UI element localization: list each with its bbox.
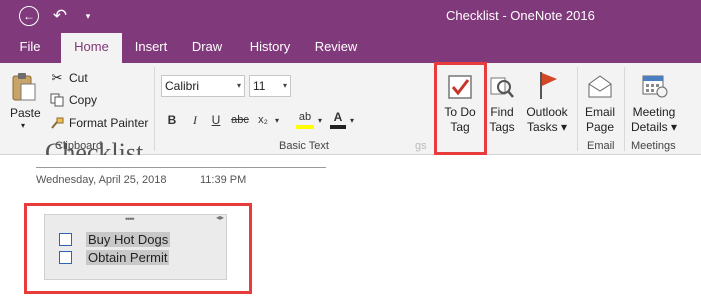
meeting-details-label-2: Details ▾ [630,120,678,134]
tags-group-label-partial: gs [415,140,427,152]
cut-label: Cut [69,71,88,85]
italic-button[interactable]: I [186,109,204,131]
window-title: Checklist - OneNote 2016 [446,8,595,23]
customize-qat-icon[interactable]: ▾ [78,6,98,26]
ribbon-tab-bar: File Home Insert Draw History Review [0,33,701,63]
subscript-button[interactable]: x₂ [254,109,272,131]
email-page-label-1: Email [584,105,615,119]
basic-text-group-label: Basic Text [279,140,329,152]
find-tags-button[interactable]: Find Tags [483,105,521,135]
back-icon[interactable]: ← [19,6,39,26]
font-size-combo[interactable]: 11 ▾ [249,75,291,97]
chevron-down-icon: ▾ [236,81,241,90]
font-name-combo[interactable]: Calibri ▾ [161,75,245,97]
font-size-value: 11 [253,79,266,93]
outlook-tasks-label-2: Tasks ▾ [526,120,568,134]
flag-icon[interactable] [534,69,562,101]
font-name-value: Calibri [165,79,200,93]
group-divider [624,67,625,151]
highlight-button[interactable]: ab [296,109,314,129]
outlook-tasks-label-1: Outlook [526,105,568,119]
email-page-icon[interactable] [586,71,614,101]
group-divider [154,67,155,151]
meeting-details-icon[interactable] [639,69,669,101]
tab-review[interactable]: Review [310,33,362,63]
format-painter-label: Format Painter [69,116,149,130]
email-page-button[interactable]: Email Page [580,105,620,135]
tab-draw[interactable]: Draw [186,33,228,63]
find-tags-icon[interactable] [488,73,516,101]
font-color-dropdown-icon[interactable]: ▾ [347,109,357,131]
todo-tag-highlight [434,62,487,155]
tab-file[interactable]: File [10,33,50,63]
paintbrush-icon [49,115,65,131]
strikethrough-button[interactable]: abc [229,109,251,131]
paste-icon[interactable] [10,71,38,103]
find-tags-label-1: Find [490,105,514,119]
cut-button[interactable]: ✂ Cut [49,68,88,88]
paste-dropdown-icon[interactable]: ▾ [21,121,25,130]
email-page-label-2: Page [585,120,615,134]
bold-button[interactable]: B [163,109,181,131]
tab-insert[interactable]: Insert [128,33,174,63]
scissors-icon: ✂ [51,70,63,85]
chevron-down-icon: ▾ [282,81,287,90]
copy-icon [49,92,65,108]
underline-button[interactable]: U [207,109,225,131]
font-color-button[interactable]: A [330,109,346,129]
format-painter-button[interactable]: Format Painter [49,113,148,133]
tab-history[interactable]: History [243,33,297,63]
outlook-tasks-button[interactable]: Outlook Tasks ▾ [522,105,572,135]
undo-icon[interactable]: ↶ [50,6,70,26]
meetings-group-label: Meetings [631,140,676,152]
checklist-highlight [24,203,252,294]
copy-button[interactable]: Copy [49,90,97,110]
paste-button[interactable]: Paste [10,106,41,120]
tab-home[interactable]: Home [61,33,122,63]
title-bar: ← ↶ ▾ Checklist - OneNote 2016 [0,0,701,33]
meeting-details-label-1: Meeting [632,105,676,119]
copy-label: Copy [69,93,98,107]
page-date: Wednesday, April 25, 2018 [36,174,167,186]
group-divider [577,67,578,151]
title-underline [36,167,326,168]
page-title: Checklist [45,140,144,155]
page-time: 11:39 PM [200,174,247,186]
meeting-details-button[interactable]: Meeting Details ▾ [628,105,680,135]
subscript-dropdown-icon[interactable]: ▾ [272,109,282,131]
email-group-label: Email [587,140,615,152]
highlight-dropdown-icon[interactable]: ▾ [315,109,325,131]
find-tags-label-2: Tags [489,120,515,134]
